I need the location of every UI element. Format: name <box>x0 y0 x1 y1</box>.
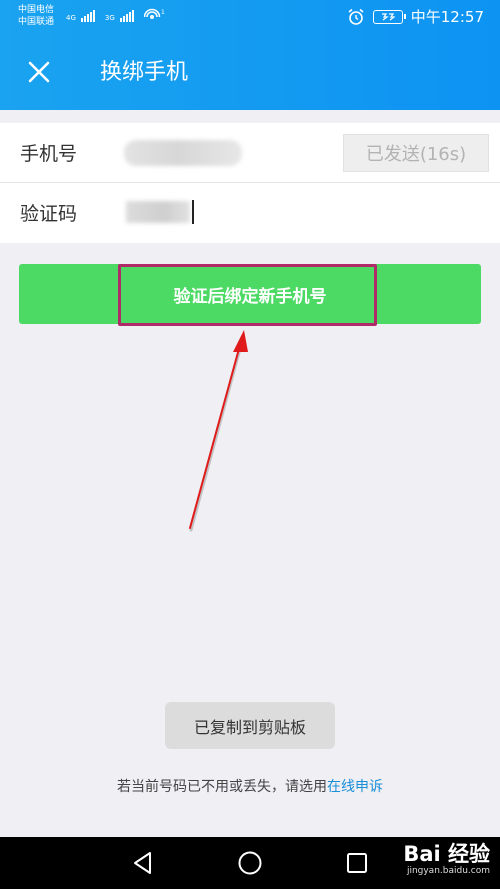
phone-row: 手机号 已发送(16s) <box>0 123 500 183</box>
recent-apps-button[interactable] <box>342 849 372 877</box>
signal-2-icon <box>119 10 134 22</box>
battery-icon <box>372 9 406 24</box>
phone-label: 手机号 <box>20 143 78 165</box>
wifi-hotspot-icon: 1 <box>143 8 165 19</box>
carrier-info: 中国电信 中国联通 <box>18 4 54 28</box>
circle-home-icon <box>238 851 262 875</box>
status-bar: 中国电信 中国联通 4G 3G 1 中午12:57 <box>0 0 500 34</box>
code-row: 验证码 <box>0 183 500 243</box>
network-indicators: 4G 3G 1 <box>66 8 166 22</box>
phone-input[interactable] <box>124 140 242 166</box>
page-title: 换绑手机 <box>100 60 189 85</box>
footer-note: 若当前号码已不用或丢失，请选用在线申诉 <box>0 776 500 796</box>
system-status: 中午12:57 <box>347 6 484 27</box>
send-code-button[interactable]: 已发送(16s) <box>343 134 489 172</box>
watermark-brand: Bai 经验 <box>403 842 490 866</box>
footer-text: 若当前号码已不用或丢失，请选用 <box>117 779 327 795</box>
code-label: 验证码 <box>20 203 78 225</box>
close-button[interactable] <box>22 55 56 89</box>
svg-text:1: 1 <box>161 9 165 16</box>
app-bar: 换绑手机 <box>0 34 500 110</box>
code-value-blurred <box>126 201 190 223</box>
close-icon <box>28 61 50 83</box>
triangle-back-icon <box>134 852 151 874</box>
copied-toast: 已复制到剪贴板 <box>165 702 335 749</box>
text-caret <box>192 200 194 224</box>
carrier-1-label: 中国电信 <box>18 5 55 15</box>
carrier-2-label: 中国联通 <box>18 17 55 27</box>
square-recent-icon <box>347 853 367 873</box>
network-type-2: 3G <box>104 14 115 22</box>
network-type-1: 4G <box>66 14 76 22</box>
code-input[interactable] <box>122 199 242 227</box>
back-button[interactable] <box>128 849 158 877</box>
appeal-link[interactable]: 在线申诉 <box>327 779 383 795</box>
signal-1-icon <box>80 10 95 22</box>
verify-bind-button[interactable]: 验证后绑定新手机号 <box>19 264 481 324</box>
baidu-watermark: Bai 经验 jingyan.baidu.com <box>403 842 490 877</box>
clock: 中午12:57 <box>410 8 484 26</box>
home-button[interactable] <box>235 849 265 877</box>
alarm-icon <box>348 8 364 25</box>
watermark-url: jingyan.baidu.com <box>406 866 490 876</box>
rebind-form: 手机号 已发送(16s) 验证码 <box>0 123 500 243</box>
